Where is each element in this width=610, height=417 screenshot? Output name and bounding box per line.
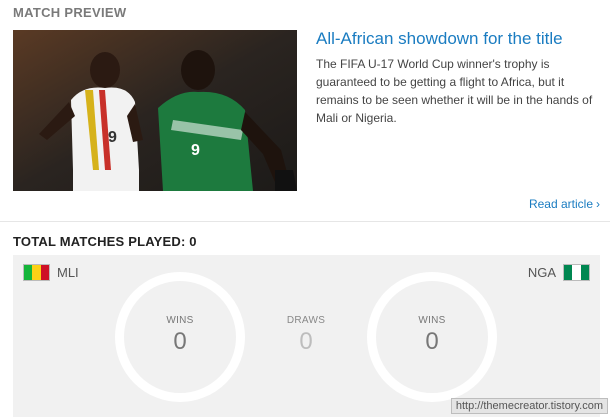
away-team-code: NGA — [527, 265, 556, 280]
svg-text:9: 9 — [191, 142, 200, 159]
away-wins-value: 0 — [425, 328, 439, 355]
draws-stat: DRAWS 0 — [256, 315, 356, 356]
away-wins-stat: WINS 0 — [382, 315, 482, 356]
chevron-right-icon: › — [596, 197, 600, 211]
home-wins-label: WINS — [166, 315, 194, 326]
divider — [0, 221, 610, 222]
read-article-link[interactable]: Read article › — [529, 197, 600, 211]
mali-flag-icon — [23, 264, 50, 281]
away-wins-label: WINS — [418, 315, 446, 326]
total-matches-played: TOTAL MATCHES PLAYED: 0 — [13, 234, 197, 249]
article-title-link[interactable]: All-African showdown for the title — [316, 29, 601, 49]
draws-value: 0 — [299, 328, 313, 355]
read-article-label: Read article — [528, 197, 593, 211]
home-wins-value: 0 — [173, 328, 187, 355]
article-summary: The FIFA U-17 World Cup winner's trophy … — [316, 57, 593, 125]
draws-label: DRAWS — [286, 315, 326, 326]
article-photo[interactable]: 9 9 — [13, 30, 297, 191]
section-title: MATCH PREVIEW — [13, 5, 127, 20]
svg-text:9: 9 — [108, 129, 117, 146]
home-team: MLI — [23, 264, 79, 281]
away-team: NGA — [528, 264, 590, 281]
nigeria-flag-icon — [563, 264, 590, 281]
home-team-code: MLI — [57, 265, 79, 280]
match-photo: 9 9 — [13, 30, 297, 191]
watermark: http://themecreator.tistory.com — [450, 398, 608, 414]
head-to-head-panel: MLI NGA WINS 0 DRAWS 0 WINS 0 — [13, 255, 600, 417]
home-wins-stat: WINS 0 — [130, 315, 230, 356]
